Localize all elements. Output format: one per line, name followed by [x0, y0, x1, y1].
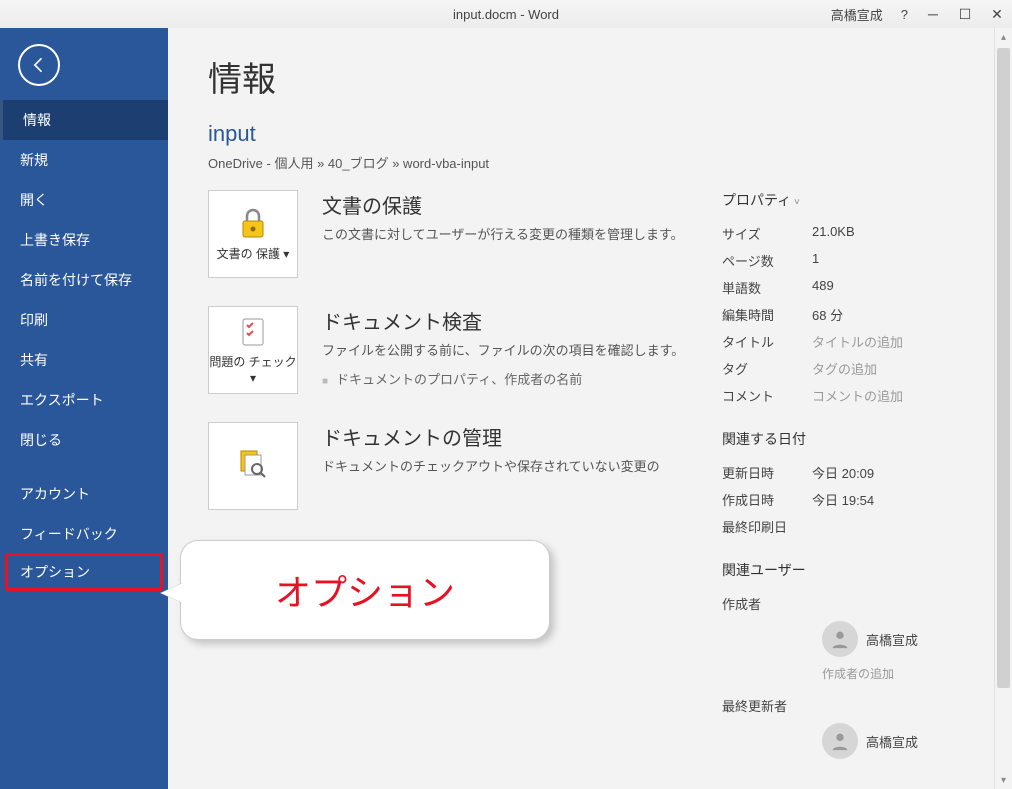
properties-panel: プロパティ サイズ21.0KB ページ数1 単語数489 編集時間68 分 タイ… [722, 190, 982, 783]
callout-text: オプション [275, 564, 455, 616]
help-button[interactable]: ? [901, 7, 908, 22]
avatar-icon [822, 621, 858, 657]
backstage-sidebar: 情報 新規 開く 上書き保存 名前を付けて保存 印刷 共有 エクスポート 閉じる… [0, 28, 168, 789]
inspect-desc: ファイルを公開する前に、ファイルの次の項目を確認します。 [322, 341, 692, 361]
prop-created: 作成日時今日 19:54 [722, 486, 982, 513]
scroll-down-icon[interactable]: ▾ [995, 771, 1012, 789]
scrollbar-thumb[interactable] [997, 48, 1010, 688]
manage-document-button[interactable] [208, 422, 298, 510]
prop-author-row: 作成者 [722, 590, 982, 617]
scroll-up-icon[interactable]: ▴ [995, 28, 1012, 46]
inspect-button-label: 問題の チェック ▾ [209, 355, 297, 386]
inspect-sub: ドキュメントのプロパティ、作成者の名前 [322, 369, 692, 388]
nav-feedback[interactable]: フィードバック [0, 514, 168, 554]
document-name: input [208, 121, 982, 147]
nav-export[interactable]: エクスポート [0, 380, 168, 420]
last-modified-name: 高橋宣成 [866, 732, 918, 751]
section-inspect: 問題の チェック ▾ ドキュメント検査 ファイルを公開する前に、ファイルの次の項… [208, 306, 692, 394]
inspect-title: ドキュメント検査 [322, 306, 692, 335]
nav-save-as[interactable]: 名前を付けて保存 [0, 260, 168, 300]
prop-modified: 更新日時今日 20:09 [722, 459, 982, 486]
users-heading: 関連ユーザー [722, 560, 982, 580]
nav-info[interactable]: 情報 [0, 100, 168, 140]
prop-last-modified-by-row: 最終更新者 [722, 692, 982, 719]
nav-open[interactable]: 開く [0, 180, 168, 220]
manage-desc: ドキュメントのチェックアウトや保存されていない変更の [322, 457, 692, 477]
author-name: 高橋宣成 [866, 630, 918, 649]
nav-options[interactable]: オプション [6, 554, 162, 590]
properties-heading[interactable]: プロパティ [722, 190, 982, 210]
nav-save[interactable]: 上書き保存 [0, 220, 168, 260]
inspect-document-button[interactable]: 問題の チェック ▾ [208, 306, 298, 394]
close-button[interactable]: ✕ [990, 7, 1004, 21]
titlebar: input.docm - Word 高橋宣成 ? ─ ☐ ✕ [0, 0, 1012, 28]
main-panel: 情報 input OneDrive - 個人用 » 40_ブログ » word-… [168, 28, 1012, 789]
checklist-icon [235, 313, 271, 349]
documents-search-icon [235, 445, 271, 481]
nav-new[interactable]: 新規 [0, 140, 168, 180]
prop-title[interactable]: タイトルタイトルの追加 [722, 328, 982, 355]
prop-comment[interactable]: コメントコメントの追加 [722, 382, 982, 409]
nav-account[interactable]: アカウント [0, 474, 168, 514]
arrow-left-icon [29, 55, 49, 75]
section-protect: 文書の 保護 ▾ 文書の保護 この文書に対してユーザーが行える変更の種類を管理し… [208, 190, 692, 278]
protect-document-button[interactable]: 文書の 保護 ▾ [208, 190, 298, 278]
avatar-icon [822, 723, 858, 759]
section-manage: ドキュメントの管理 ドキュメントのチェックアウトや保存されていない変更の [208, 422, 692, 510]
nav-print[interactable]: 印刷 [0, 300, 168, 340]
prop-edit-time: 編集時間68 分 [722, 301, 982, 328]
nav-close[interactable]: 閉じる [0, 420, 168, 460]
breadcrumb[interactable]: OneDrive - 個人用 » 40_ブログ » word-vba-input [208, 153, 982, 172]
minimize-button[interactable]: ─ [926, 7, 940, 21]
window-title: input.docm - Word [453, 7, 559, 22]
last-modified-entry[interactable]: 高橋宣成 [822, 719, 982, 763]
prop-pages: ページ数1 [722, 247, 982, 274]
prop-size: サイズ21.0KB [722, 220, 982, 247]
prop-words: 単語数489 [722, 274, 982, 301]
prop-last-printed: 最終印刷日 [722, 513, 982, 540]
author-entry[interactable]: 高橋宣成 [822, 617, 982, 661]
prop-tag[interactable]: タグタグの追加 [722, 355, 982, 382]
maximize-button[interactable]: ☐ [958, 7, 972, 21]
lock-icon [235, 205, 271, 241]
manage-title: ドキュメントの管理 [322, 422, 692, 451]
protect-button-label: 文書の 保護 ▾ [217, 247, 290, 263]
scrollbar[interactable]: ▴ ▾ [994, 28, 1012, 789]
dates-heading: 関連する日付 [722, 429, 982, 449]
add-author[interactable]: 作成者の追加 [822, 665, 982, 682]
back-button[interactable] [18, 44, 60, 86]
page-title: 情報 [208, 52, 982, 101]
user-name[interactable]: 高橋宣成 [831, 5, 883, 24]
nav-share[interactable]: 共有 [0, 340, 168, 380]
annotation-callout: オプション [180, 540, 550, 640]
protect-title: 文書の保護 [322, 190, 692, 219]
protect-desc: この文書に対してユーザーが行える変更の種類を管理します。 [322, 225, 692, 245]
